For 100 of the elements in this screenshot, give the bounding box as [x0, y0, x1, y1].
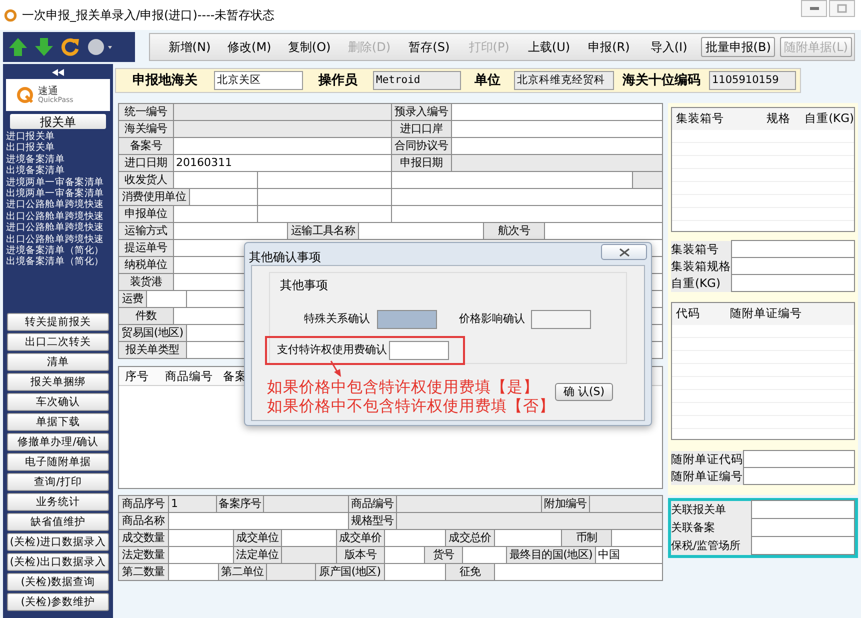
- header-label: 操作员: [317, 72, 358, 90]
- form-field[interactable]: [452, 121, 663, 138]
- toolbar-button[interactable]: 修改(M): [220, 37, 279, 57]
- toolbar-button[interactable]: 批量申报(B): [701, 37, 775, 57]
- form-field[interactable]: [174, 223, 288, 240]
- sidebar-button[interactable]: (关检)参数维护: [7, 593, 109, 611]
- form-field[interactable]: [392, 189, 663, 206]
- toolbar-button[interactable]: 新增(N): [160, 37, 219, 57]
- refresh-icon[interactable]: [60, 37, 80, 57]
- field-label: 特殊关系确认: [303, 311, 371, 328]
- form-field[interactable]: [743, 450, 855, 468]
- input-field[interactable]: [531, 310, 591, 329]
- sidebar-link[interactable]: 出口公路舱单跨境快速: [6, 210, 104, 222]
- form-field[interactable]: [731, 257, 855, 275]
- minimize-icon: [810, 7, 818, 10]
- form-field[interactable]: [147, 291, 187, 308]
- field-label: 附加编号: [542, 496, 590, 513]
- sidebar-button[interactable]: (关检)数据查询: [7, 573, 109, 591]
- toolbar-button[interactable]: 暂存(S): [400, 37, 459, 57]
- form-field[interactable]: [190, 189, 258, 206]
- sidebar-link[interactable]: 进口报关单: [6, 131, 56, 142]
- toolbar-button[interactable]: 复制(O): [280, 37, 339, 57]
- field-label: 运输方式: [119, 223, 174, 240]
- field-label: 关联报关单: [671, 501, 751, 519]
- sidebar-button[interactable]: (关检)进口数据录入: [7, 533, 109, 551]
- form-field[interactable]: [385, 530, 446, 547]
- sidebar-link[interactable]: 出口公路舱单跨境快速: [6, 234, 104, 246]
- form-field[interactable]: [545, 223, 663, 240]
- up-arrow-icon[interactable]: [8, 37, 28, 57]
- form-field[interactable]: [612, 530, 663, 547]
- form-field[interactable]: [258, 172, 392, 189]
- form-field[interactable]: [174, 138, 392, 155]
- form-field[interactable]: [385, 564, 446, 581]
- sidebar-link[interactable]: 进口公路舱单跨境快速: [6, 199, 104, 211]
- minimize-button[interactable]: [801, 0, 827, 17]
- sidebar-button[interactable]: 出口二次转关: [7, 333, 109, 351]
- form-field[interactable]: [258, 189, 392, 206]
- sidebar-button[interactable]: (关检)出口数据录入: [7, 553, 109, 571]
- form-field[interactable]: [743, 467, 855, 485]
- field-label: 进口口岸: [392, 121, 452, 138]
- sidebar-button[interactable]: 清单: [7, 353, 109, 371]
- form-field[interactable]: [258, 206, 392, 223]
- sidebar-link[interactable]: 出境备案清单: [6, 165, 65, 177]
- form-field[interactable]: [174, 206, 258, 223]
- sidebar-link[interactable]: 出口报关单: [6, 142, 56, 154]
- form-field[interactable]: [392, 172, 633, 189]
- form-field[interactable]: [751, 536, 855, 555]
- options-dropdown-icon[interactable]: [86, 37, 114, 57]
- form-field[interactable]: [392, 206, 663, 223]
- form-field[interactable]: 中国: [596, 547, 663, 564]
- sidebar-button[interactable]: 报关单捆绑: [7, 373, 109, 391]
- sidebar-button[interactable]: 业务统计: [7, 493, 109, 511]
- form-field[interactable]: [385, 547, 425, 564]
- field-label: 申报日期: [392, 155, 452, 172]
- sidebar-button[interactable]: 电子随附单据: [7, 453, 109, 471]
- sidebar-button[interactable]: 单据下载: [7, 413, 109, 431]
- section-button[interactable]: 报关单: [10, 114, 106, 129]
- form-field[interactable]: [751, 500, 855, 519]
- sidebar-button[interactable]: 车次确认: [7, 393, 109, 411]
- window-title: 一次申报_报关单录入/申报(进口)----未暂存状态: [22, 7, 275, 24]
- form-field[interactable]: [169, 547, 234, 564]
- form-field[interactable]: [751, 518, 855, 537]
- sidebar-button[interactable]: 查询/打印: [7, 473, 109, 491]
- form-field[interactable]: [731, 240, 855, 258]
- form-field[interactable]: [169, 513, 349, 530]
- form-field[interactable]: 20160311: [174, 155, 392, 172]
- sidebar-link[interactable]: 进境两单一审备案清单: [6, 176, 104, 188]
- form-field[interactable]: [495, 564, 663, 581]
- toolbar-button[interactable]: 申报(R): [579, 37, 638, 57]
- form-field[interactable]: [495, 530, 562, 547]
- input-field[interactable]: [377, 310, 437, 329]
- form-field[interactable]: [731, 274, 855, 292]
- field-label: 关联备案: [671, 519, 751, 537]
- maximize-button[interactable]: [829, 0, 855, 17]
- sidebar-button[interactable]: 修撤单办理/确认: [7, 433, 109, 451]
- form-field[interactable]: [452, 138, 663, 155]
- collapse-icon[interactable]: [52, 68, 64, 76]
- toolbar-button[interactable]: 上载(U): [520, 37, 578, 57]
- sidebar-link[interactable]: 进口公路舱单跨境快速: [6, 222, 104, 234]
- form-field[interactable]: [463, 547, 507, 564]
- form-field[interactable]: [174, 172, 258, 189]
- form-field[interactable]: [169, 564, 219, 581]
- group-title: 其他事项: [280, 277, 328, 294]
- sidebar-link[interactable]: 出境两单一审备案清单: [6, 188, 104, 200]
- toolbar-button[interactable]: 导入(I): [639, 37, 698, 57]
- input-field[interactable]: [389, 341, 449, 360]
- form-field[interactable]: [282, 530, 337, 547]
- down-arrow-icon[interactable]: [34, 37, 54, 57]
- sidebar-button[interactable]: 缺省值维护: [7, 513, 109, 531]
- sidebar-button[interactable]: 转关提前报关: [7, 313, 109, 331]
- form-field[interactable]: [452, 104, 663, 121]
- field-label: 第二数量: [119, 564, 169, 581]
- close-button[interactable]: [601, 244, 647, 260]
- header-field[interactable]: 北京关区: [214, 71, 303, 90]
- form-field[interactable]: [169, 530, 234, 547]
- sidebar-link[interactable]: 进境备案清单: [6, 154, 65, 166]
- sidebar-link[interactable]: 进境备案清单（简化）: [6, 245, 104, 256]
- form-field[interactable]: [359, 223, 484, 240]
- confirm-button[interactable]: 确 认(S): [555, 383, 613, 401]
- sidebar-link[interactable]: 出境备案清单（简化）: [6, 256, 104, 268]
